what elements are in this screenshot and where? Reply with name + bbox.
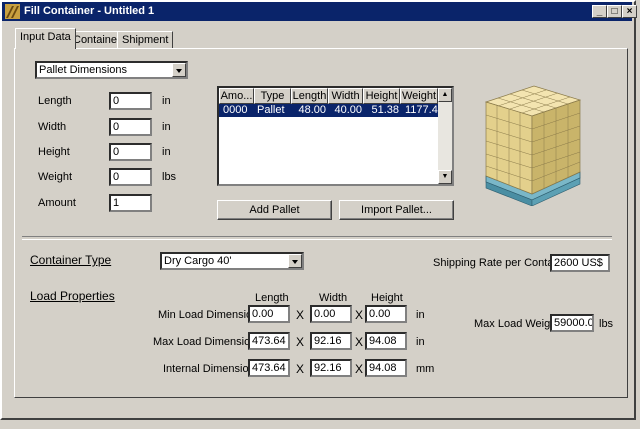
column-header-type[interactable]: Type bbox=[254, 88, 291, 104]
max-length-input[interactable]: 473.64 bbox=[248, 332, 290, 350]
width-label: Width bbox=[38, 121, 67, 133]
times-sign: X bbox=[296, 308, 305, 322]
cell-type: Pallet bbox=[257, 104, 285, 116]
chevron-down-icon[interactable] bbox=[172, 63, 186, 77]
maximize-button[interactable]: □ bbox=[607, 5, 622, 18]
width-unit: in bbox=[162, 121, 171, 133]
max-load-weight-input[interactable]: 59000.00 bbox=[550, 314, 594, 332]
internal-unit: mm bbox=[416, 363, 435, 375]
container-type-value: Dry Cargo 40' bbox=[164, 255, 232, 267]
max-load-label: Max Load Dimensions bbox=[153, 336, 262, 348]
shipping-rate-input[interactable]: 2600 US$ bbox=[550, 254, 610, 272]
pallet-list[interactable]: Amo... Type Length Width Height Weight 0… bbox=[217, 86, 454, 186]
add-pallet-button[interactable]: Add Pallet bbox=[217, 200, 332, 220]
list-scrollbar[interactable]: ▲ ▼ bbox=[438, 88, 452, 184]
cell-length: 48.00 bbox=[298, 104, 326, 116]
minimize-button[interactable]: _ bbox=[592, 5, 607, 18]
times-sign: X bbox=[355, 335, 364, 349]
min-height-input[interactable]: 0.00 bbox=[365, 305, 407, 323]
length-unit: in bbox=[162, 95, 171, 107]
import-pallet-button[interactable]: Import Pallet... bbox=[339, 200, 454, 220]
scroll-up-icon[interactable]: ▲ bbox=[438, 88, 452, 102]
max-unit: in bbox=[416, 336, 425, 348]
height-unit: in bbox=[162, 146, 171, 158]
amount-input[interactable]: 1 bbox=[109, 194, 152, 212]
tab-shipment[interactable]: Shipment bbox=[117, 31, 174, 49]
container-type-label: Container Type bbox=[30, 253, 112, 267]
tab-input-data[interactable]: Input Data bbox=[15, 28, 76, 49]
table-row[interactable]: 0000 Pallet 48.00 40.00 51.38 1177.47 bbox=[219, 104, 444, 117]
pallet-dimensions-select[interactable]: Pallet Dimensions bbox=[35, 61, 188, 79]
scroll-down-icon[interactable]: ▼ bbox=[438, 170, 452, 184]
section-divider bbox=[22, 236, 612, 240]
load-properties-label: Load Properties bbox=[30, 289, 115, 303]
times-sign: X bbox=[296, 362, 305, 376]
times-sign: X bbox=[296, 335, 305, 349]
cell-width: 40.00 bbox=[334, 104, 362, 116]
max-height-input[interactable]: 94.08 bbox=[365, 332, 407, 350]
window-title: Fill Container - Untitled 1 bbox=[24, 5, 155, 17]
title-bar[interactable]: Fill Container - Untitled 1 _ □ × bbox=[2, 2, 637, 21]
col-header-height: Height bbox=[371, 292, 403, 304]
internal-width-input[interactable]: 92.16 bbox=[310, 359, 352, 377]
column-header-width[interactable]: Width bbox=[328, 88, 363, 104]
column-header-length[interactable]: Length bbox=[291, 88, 328, 104]
length-label: Length bbox=[38, 95, 72, 107]
column-header-amount[interactable]: Amo... bbox=[219, 88, 254, 104]
min-length-input[interactable]: 0.00 bbox=[248, 305, 290, 323]
column-header-weight[interactable]: Weight bbox=[400, 88, 438, 104]
weight-input[interactable]: 0 bbox=[109, 168, 152, 186]
internal-dimensions-label: Internal Dimensions bbox=[163, 363, 261, 375]
pallet-illustration bbox=[484, 85, 582, 206]
pallet-dimensions-value: Pallet Dimensions bbox=[39, 64, 128, 76]
max-width-input[interactable]: 92.16 bbox=[310, 332, 352, 350]
height-input[interactable]: 0 bbox=[109, 143, 152, 161]
close-button[interactable]: × bbox=[622, 5, 637, 18]
height-label: Height bbox=[38, 146, 70, 158]
weight-unit: lbs bbox=[162, 171, 177, 183]
min-unit: in bbox=[416, 309, 425, 321]
width-input[interactable]: 0 bbox=[109, 118, 152, 136]
col-header-length: Length bbox=[255, 292, 289, 304]
min-width-input[interactable]: 0.00 bbox=[310, 305, 352, 323]
internal-length-input[interactable]: 473.64 bbox=[248, 359, 290, 377]
col-header-width: Width bbox=[319, 292, 348, 304]
max-load-weight-label: Max Load Weight bbox=[474, 318, 560, 330]
max-load-weight-unit: lbs bbox=[599, 318, 614, 330]
cell-amount: 0000 bbox=[223, 104, 248, 116]
amount-label: Amount bbox=[38, 197, 76, 209]
column-header-height[interactable]: Height bbox=[363, 88, 400, 104]
weight-label: Weight bbox=[38, 171, 73, 183]
app-icon bbox=[5, 4, 20, 19]
chevron-down-icon[interactable] bbox=[288, 254, 302, 268]
length-input[interactable]: 0 bbox=[109, 92, 152, 110]
internal-height-input[interactable]: 94.08 bbox=[365, 359, 407, 377]
container-type-select[interactable]: Dry Cargo 40' bbox=[160, 252, 304, 270]
times-sign: X bbox=[355, 308, 364, 322]
times-sign: X bbox=[355, 362, 364, 376]
cell-height: 51.38 bbox=[371, 104, 399, 116]
